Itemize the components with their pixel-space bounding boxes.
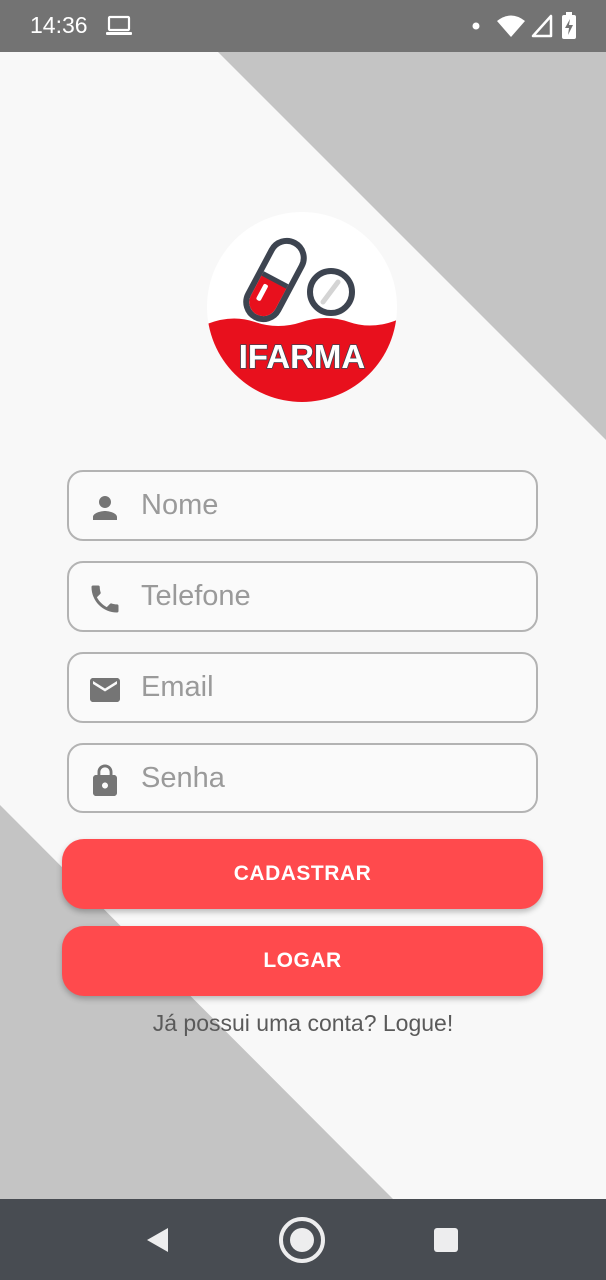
background-decoration [0,52,606,1199]
laptop-icon [106,15,132,35]
phone-input[interactable] [141,563,521,630]
dot-icon [472,22,480,30]
back-icon[interactable] [142,1225,172,1255]
status-bar: 14:36 [0,0,606,52]
home-icon[interactable] [278,1216,326,1264]
register-button[interactable]: CADASTRAR [62,839,543,909]
email-field[interactable] [67,652,538,723]
email-input[interactable] [141,654,521,721]
login-link[interactable]: Já possui uma conta? Logue! [0,1010,606,1037]
password-input[interactable] [141,745,521,812]
mail-icon [90,678,120,702]
login-button[interactable]: LOGAR [62,926,543,996]
app-logo: IFARMA [207,212,397,402]
navigation-bar [0,1199,606,1280]
recents-icon[interactable] [433,1227,459,1253]
status-time: 14:36 [30,12,88,38]
signal-icon [531,14,553,38]
wifi-icon [497,15,525,37]
password-field[interactable] [67,743,538,813]
person-icon [93,496,117,520]
phone-icon [91,585,119,613]
lock-icon [93,764,117,796]
battery-charging-icon [562,12,576,39]
name-input[interactable] [141,472,521,539]
phone-field[interactable] [67,561,538,632]
logo-text: IFARMA [239,338,366,375]
name-field[interactable] [67,470,538,541]
